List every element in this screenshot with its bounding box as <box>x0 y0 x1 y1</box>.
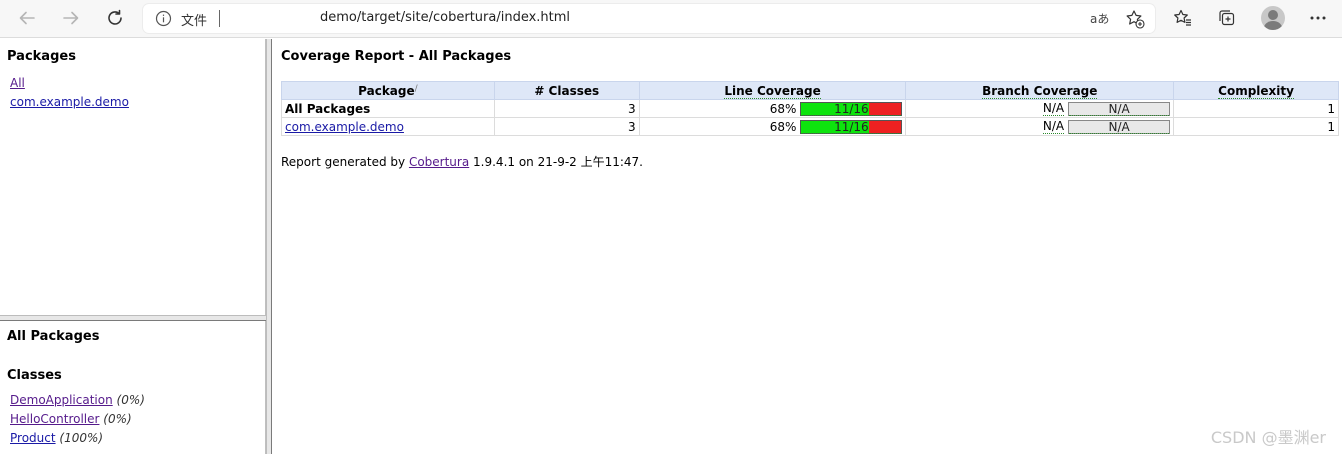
class-link-product[interactable]: Product <box>10 431 56 445</box>
cobertura-link[interactable]: Cobertura <box>409 155 469 169</box>
branch-coverage-bar-label: N/A <box>1069 103 1170 116</box>
class-list: DemoApplication (0%) HelloController (0%… <box>10 391 145 448</box>
report-frame: Coverage Report - All Packages Package/ … <box>272 39 1342 454</box>
branch-coverage-pct: N/A <box>1042 101 1065 116</box>
address-separator <box>219 10 220 27</box>
column-header-classes[interactable]: # Classes <box>493 81 640 100</box>
column-header-complexity[interactable]: Complexity <box>1173 81 1339 100</box>
scheme-label: 文件 <box>181 14 208 29</box>
cell-branch-coverage: N/A N/A <box>905 99 1175 118</box>
cell-package-name: All Packages <box>281 99 495 118</box>
cell-classes: 3 <box>493 117 640 136</box>
package-link-com-example-demo[interactable]: com.example.demo <box>10 95 129 109</box>
branch-coverage-pct: N/A <box>1042 119 1065 134</box>
info-icon[interactable] <box>155 10 172 27</box>
table-row: All Packages 3 68% 11/16 N/A N/A 1 <box>281 99 1339 118</box>
branch-coverage-bar: N/A <box>1068 119 1171 134</box>
cell-line-coverage: 68% 11/16 <box>638 117 907 136</box>
watermark: CSDN @墨渊er <box>1210 428 1326 447</box>
line-coverage-pct: 68% <box>769 119 797 134</box>
table-row: com.example.demo 3 68% 11/16 N/A N/A 1 <box>281 117 1339 136</box>
packages-title: Packages <box>7 49 76 64</box>
footer-prefix: Report generated by <box>281 155 406 169</box>
list-item: HelloController (0%) <box>10 410 145 429</box>
line-coverage-bar: 11/16 <box>800 119 903 134</box>
read-aloud-icon[interactable]: aあ <box>1090 10 1109 27</box>
report-footer: Report generated by Cobertura 1.9.4.1 on… <box>281 153 643 170</box>
branch-coverage-bar-label: N/A <box>1069 121 1170 134</box>
package-link-all[interactable]: All <box>10 76 25 90</box>
cell-classes: 3 <box>493 99 640 118</box>
back-icon[interactable] <box>12 4 42 32</box>
classes-frame: All Packages Classes DemoApplication (0%… <box>0 321 266 454</box>
cell-line-coverage: 68% 11/16 <box>638 99 907 118</box>
sort-indicator-icon: / <box>414 83 418 94</box>
more-icon[interactable] <box>1305 5 1331 31</box>
browser-toolbar: 文件 demo/target/site/cobertura/index.html… <box>0 0 1342 38</box>
column-header-package[interactable]: Package/ <box>281 81 495 100</box>
column-header-line-coverage[interactable]: Line Coverage <box>638 81 907 100</box>
refresh-icon[interactable] <box>100 4 130 32</box>
class-coverage-pct: (100%) <box>59 431 104 445</box>
list-item: Product (100%) <box>10 429 145 448</box>
forward-icon[interactable] <box>56 4 86 32</box>
footer-suffix: 1.9.4.1 on 21-9-2 上午11:47. <box>473 155 644 169</box>
address-bar[interactable]: 文件 demo/target/site/cobertura/index.html… <box>143 4 1155 33</box>
url-text[interactable]: demo/target/site/cobertura/index.html <box>320 10 570 25</box>
list-item: DemoApplication (0%) <box>10 391 145 410</box>
cell-complexity: 1 <box>1173 117 1339 136</box>
cell-package-name: com.example.demo <box>281 117 495 136</box>
classes-scope-title: All Packages <box>7 329 100 344</box>
class-coverage-pct: (0%) <box>103 412 132 426</box>
class-coverage-pct: (0%) <box>116 393 145 407</box>
table-header-row: Package/ # Classes Line Coverage Branch … <box>281 81 1339 100</box>
package-link-com-example-demo[interactable]: com.example.demo <box>285 120 404 134</box>
coverage-table: Package/ # Classes Line Coverage Branch … <box>281 81 1339 136</box>
favorites-icon[interactable] <box>1170 5 1196 31</box>
collections-icon[interactable] <box>1214 5 1240 31</box>
classes-title: Classes <box>7 368 62 383</box>
packages-frame: Packages All com.example.demo <box>0 39 266 315</box>
cell-branch-coverage: N/A N/A <box>905 117 1175 136</box>
add-favorite-icon[interactable] <box>1124 8 1146 30</box>
line-coverage-pct: 68% <box>769 101 797 116</box>
package-list: All com.example.demo <box>10 74 129 112</box>
page-title: Coverage Report - All Packages <box>281 49 512 64</box>
line-coverage-bar-label: 11/16 <box>801 121 902 134</box>
column-header-branch-coverage[interactable]: Branch Coverage <box>905 81 1175 100</box>
line-coverage-bar-label: 11/16 <box>801 103 902 116</box>
branch-coverage-bar: N/A <box>1068 101 1171 116</box>
profile-icon[interactable] <box>1261 6 1285 30</box>
class-link-demoapplication[interactable]: DemoApplication <box>10 393 113 407</box>
cell-complexity: 1 <box>1173 99 1339 118</box>
class-link-hellocontroller[interactable]: HelloController <box>10 412 99 426</box>
line-coverage-bar: 11/16 <box>800 101 903 116</box>
